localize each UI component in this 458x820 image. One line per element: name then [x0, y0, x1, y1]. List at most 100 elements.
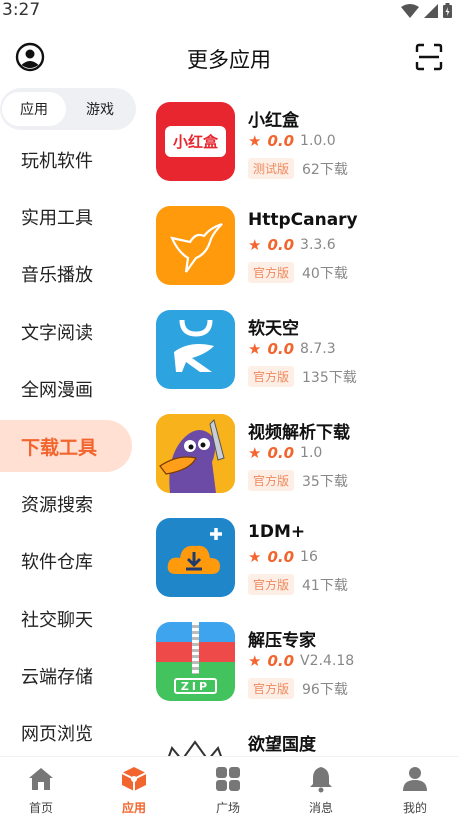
crown-icon [168, 740, 222, 756]
app-name: 解压专家 [248, 631, 316, 651]
segment-games[interactable]: 游戏 [68, 92, 132, 126]
bell-icon [310, 767, 332, 793]
app-name: 视频解析下载 [248, 423, 350, 443]
segment-apps[interactable]: 应用 [2, 92, 66, 126]
meta-line: 官方版 135下载 [248, 366, 357, 387]
nav-label: 我的 [402, 801, 427, 815]
app-version: 8.7.3 [300, 341, 336, 357]
sidebar-item[interactable]: 音乐播放 [0, 248, 132, 300]
rating-line: ★ 0.0 V2.4.18 [248, 652, 354, 670]
star-icon: ★ [248, 132, 262, 150]
hummingbird-icon [170, 222, 223, 273]
app-version: 1.0 [300, 445, 323, 461]
app-name: 欲望国度 [248, 735, 316, 755]
version-tag: 测试版 [248, 158, 295, 179]
download-count: 40下载 [302, 265, 348, 282]
download-count: 96下载 [302, 681, 348, 698]
app-name: 软天空 [248, 319, 299, 339]
sidebar-item[interactable]: 网页浏览 [0, 707, 132, 756]
nav-label: 应用 [121, 801, 146, 815]
status-icons [401, 3, 452, 18]
nav-home[interactable]: 首页 [1, 765, 81, 819]
star-icon: ★ [248, 652, 262, 670]
app-row[interactable]: 软天空 ★ 0.0 8.7.3 官方版 135下载 [140, 296, 458, 400]
sidebar-item[interactable]: 社交聊天 [0, 593, 132, 645]
page-title: 更多应用 [187, 48, 271, 72]
sidebar-item[interactable]: 全网漫画 [0, 363, 132, 415]
star-icon: ★ [248, 444, 262, 462]
icon-text: 小红盒 [172, 133, 218, 151]
app-row[interactable]: 小红盒 小红盒 ★ 0.0 1.0.0 测试版 62下载 [140, 88, 458, 192]
sidebar-item[interactable]: 玩机软件 [0, 134, 132, 186]
nav-profile[interactable]: 我的 [375, 765, 455, 819]
nav-label: 消息 [308, 801, 333, 815]
download-count: 41下载 [302, 577, 348, 594]
app-version: V2.4.18 [300, 653, 355, 669]
goose-app-icon [156, 414, 235, 493]
bottom-nav: 首页 应用 广场 消息 我的 [0, 756, 458, 820]
nav-apps[interactable]: 应用 [94, 765, 174, 819]
cube-icon [121, 767, 147, 791]
download-cloud-app-icon [156, 518, 235, 597]
rating-line: ★ 0.0 8.7.3 [248, 340, 336, 358]
version-tag: 官方版 [248, 366, 295, 387]
hummingbird-app-icon [156, 206, 235, 285]
nav-messages[interactable]: 消息 [281, 765, 361, 819]
version-tag: 官方版 [248, 470, 295, 491]
sidebar-item[interactable]: 云端存储 [0, 650, 132, 702]
sidebar-item[interactable]: 资源搜索 [0, 478, 132, 530]
home-icon [29, 768, 53, 790]
app-version: 3.3.6 [300, 237, 336, 253]
star-icon: ★ [248, 236, 262, 254]
wifi-icon [401, 3, 419, 18]
status-bar: 3:27 [0, 0, 458, 22]
rating-line: ★ 0.0 1.0 [248, 444, 322, 462]
app-score: 0.0 [267, 132, 295, 150]
category-sidebar: 应用 游戏 玩机软件 实用工具 音乐播放 文字阅读 全网漫画 下载工具 资源搜索… [0, 88, 140, 756]
version-tag: 官方版 [248, 262, 295, 283]
sidebar-item[interactable]: 文字阅读 [0, 306, 132, 358]
app-row[interactable]: 视频解析下载 ★ 0.0 1.0 官方版 35下载 [140, 400, 458, 504]
meta-line: 测试版 62下载 [248, 158, 348, 179]
nav-label: 广场 [215, 801, 240, 815]
signal-icon [424, 3, 438, 18]
nav-label: 首页 [28, 801, 53, 815]
battery-icon [443, 3, 452, 18]
goose-icon [156, 414, 235, 493]
app-version: 1.0.0 [300, 133, 336, 149]
meta-line: 官方版 40下载 [248, 262, 348, 283]
star-icon: ★ [248, 340, 262, 358]
rating-line: ★ 0.0 16 [248, 548, 318, 566]
scan-icon[interactable] [415, 43, 443, 71]
app-list: 小红盒 小红盒 ★ 0.0 1.0.0 测试版 62下载 HttpCanary … [140, 88, 458, 756]
shopping-bag-icon [174, 319, 214, 372]
app-score: 0.0 [267, 340, 295, 358]
xiaohonghe-app-icon: 小红盒 [156, 102, 235, 181]
sidebar-item[interactable]: 实用工具 [0, 191, 132, 243]
app-row[interactable]: HttpCanary ★ 0.0 3.3.6 官方版 40下载 [140, 192, 458, 296]
status-time: 3:27 [2, 0, 41, 20]
star-icon: ★ [248, 548, 262, 566]
app-game-segment: 应用 游戏 [0, 88, 136, 130]
app-score: 0.0 [267, 548, 295, 566]
app-row[interactable]: ZIP 解压专家 ★ 0.0 V2.4.18 官方版 96下载 [140, 608, 458, 712]
sidebar-item[interactable]: 软件仓库 [0, 535, 132, 587]
app-name: 小红盒 [248, 111, 299, 131]
sidebar-item-active[interactable]: 下载工具 [0, 420, 132, 472]
app-row[interactable]: 1DM+ ★ 0.0 16 官方版 41下载 [140, 504, 458, 608]
meta-line: 官方版 35下载 [248, 470, 348, 491]
app-score: 0.0 [267, 652, 295, 670]
version-tag: 官方版 [248, 678, 295, 699]
person-icon [403, 767, 427, 791]
zip-app-icon: ZIP [156, 622, 235, 701]
app-version: 16 [300, 549, 318, 565]
nav-square[interactable]: 广场 [188, 765, 268, 819]
app-row[interactable]: 欲望国度 [140, 712, 458, 756]
grid-icon [216, 767, 240, 791]
version-tag: 官方版 [248, 574, 295, 595]
rating-line: ★ 0.0 1.0.0 [248, 132, 336, 150]
cloud-download-icon [167, 528, 222, 574]
download-count: 62下载 [302, 161, 348, 178]
app-name: 1DM+ [248, 522, 306, 542]
download-count: 135下载 [302, 369, 357, 386]
